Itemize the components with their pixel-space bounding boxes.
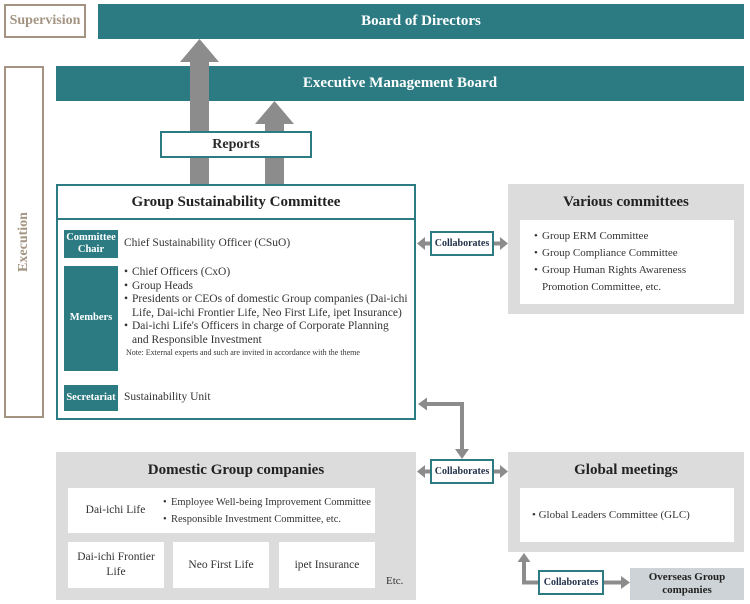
global-meetings-panel: Global meetings • Global Leaders Committ…	[508, 452, 744, 552]
reports-box: Reports	[160, 131, 312, 158]
supervision-text: Supervision	[9, 13, 81, 28]
gsc-chair-row: Committee Chair Chief Sustainability Off…	[64, 230, 290, 258]
execution-text: Execution	[16, 212, 32, 272]
company-name: ipet Insurance	[294, 558, 360, 571]
members-item: Group Heads	[124, 280, 408, 294]
executive-management-board: Executive Management Board	[56, 66, 744, 101]
various-committees-title: Various committees	[563, 194, 689, 210]
gsc-secretariat-row: Secretariat Sustainability Unit	[64, 385, 211, 411]
global-meeting-item-text: Global Leaders Committee (GLC)	[538, 509, 690, 521]
collaborates-box-various: Collaborates	[430, 231, 494, 256]
dai-ichi-life-committee-item: Responsible Investment Committee, etc.	[163, 511, 371, 528]
board-of-directors: Board of Directors	[98, 4, 744, 39]
dai-ichi-life-box: Dai-ichi Life Employee Well-being Improv…	[68, 488, 375, 533]
collaborates-label: Collaborates	[434, 466, 490, 477]
overseas-group-companies-label: Overseas Group companies	[648, 571, 726, 596]
dai-ichi-life-committee-item: Employee Well-being Improvement Committe…	[163, 494, 371, 511]
execution-label: Execution	[4, 66, 44, 418]
board-of-directors-title: Board of Directors	[361, 13, 481, 29]
executive-management-board-title: Executive Management Board	[302, 75, 498, 91]
domestic-group-companies-title: Domestic Group companies	[147, 462, 325, 478]
various-committees-list: Group ERM Committee Group Compliance Com…	[534, 228, 734, 296]
collaborates-label: Collaborates	[434, 238, 490, 249]
overseas-group-companies: Overseas Group companies	[630, 568, 744, 600]
global-meetings-box: • Global Leaders Committee (GLC)	[520, 488, 734, 542]
supervision-label: Supervision	[4, 4, 86, 38]
secretariat-tag: Secretariat	[64, 385, 118, 411]
global-meetings-title: Global meetings	[574, 462, 678, 478]
members-list: Chief Officers (CxO) Group Heads Preside…	[124, 266, 408, 347]
collaborates-box-overseas: Collaborates	[538, 570, 604, 595]
gsc-title: Group Sustainability Committee	[58, 186, 414, 220]
gsc-members-row: Members Chief Officers (CxO) Group Heads…	[64, 266, 408, 371]
dai-ichi-life-name: Dai-ichi Life	[85, 504, 146, 516]
neo-first-life-box: Neo First Life	[173, 542, 269, 588]
members-list-container: Chief Officers (CxO) Group Heads Preside…	[118, 266, 408, 358]
chair-tag: Committee Chair	[64, 230, 118, 258]
various-committee-item: Group Compliance Committee	[534, 245, 734, 262]
various-committee-item: Group ERM Committee	[534, 228, 734, 245]
various-committees-box: Group ERM Committee Group Compliance Com…	[520, 220, 734, 304]
chair-text: Chief Sustainability Officer (CSuO)	[124, 237, 291, 249]
collaborates-label: Collaborates	[543, 577, 599, 588]
members-item: Chief Officers (CxO)	[124, 266, 408, 280]
reports-label: Reports	[212, 136, 260, 152]
members-item: Presidents or CEOs of domestic Group com…	[124, 293, 408, 320]
report-arrow-to-board	[180, 39, 219, 185]
dai-ichi-frontier-life-box: Dai-ichi Frontier Life	[68, 542, 164, 588]
company-name: Dai-ichi Frontier Life	[77, 551, 155, 578]
various-committees-panel: Various committees Group ERM Committee G…	[508, 184, 744, 314]
members-item: Dai-ichi Life's Officers in charge of Co…	[124, 320, 408, 347]
collaborates-box-global: Collaborates	[430, 459, 494, 484]
group-sustainability-committee: Group Sustainability Committee Committee…	[56, 184, 416, 420]
secretariat-text: Sustainability Unit	[124, 391, 211, 403]
dai-ichi-life-committees: Employee Well-being Improvement Committe…	[163, 494, 371, 528]
various-committee-item: Group Human Rights Awareness Promotion C…	[534, 262, 734, 296]
global-meeting-item: • Global Leaders Committee (GLC)	[532, 509, 690, 521]
collab-arrow-gsc-elbow	[418, 397, 469, 459]
domestic-etc-label: Etc.	[386, 575, 404, 587]
members-note: Note: External experts and such are invi…	[126, 348, 360, 357]
members-tag: Members	[64, 266, 118, 371]
company-name: Neo First Life	[188, 558, 254, 571]
domestic-group-companies-panel: Domestic Group companies Dai-ichi Life E…	[56, 452, 416, 600]
ipet-insurance-box: ipet Insurance	[279, 542, 375, 588]
